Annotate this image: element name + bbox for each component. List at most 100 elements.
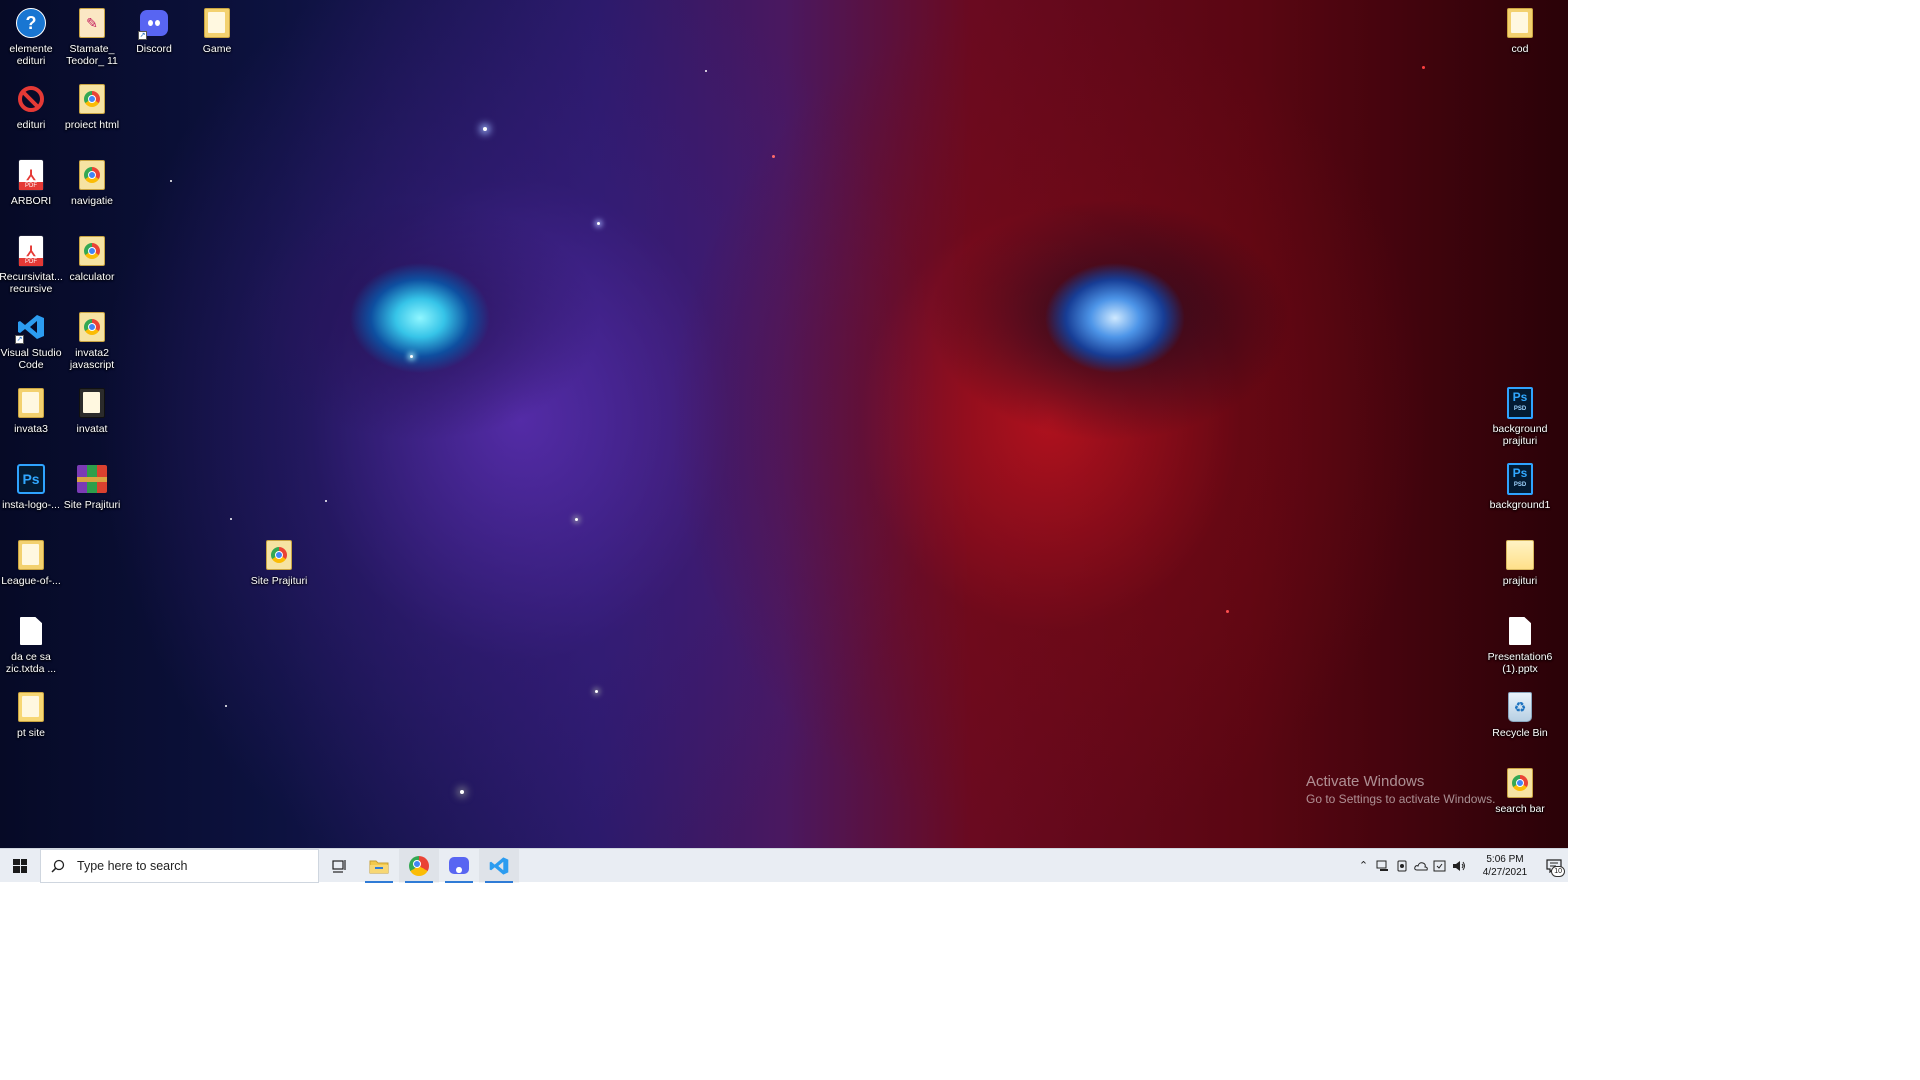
start-button[interactable]: [0, 849, 40, 883]
desktop-icon-invata3[interactable]: invata3: [0, 382, 62, 452]
desktop-icon-cod[interactable]: cod: [1489, 2, 1551, 72]
star-decoration: [705, 70, 707, 72]
desktop-icon-presentation6[interactable]: Presentation6 (1).pptx: [1487, 610, 1553, 680]
desktop-icon-edituri[interactable]: edituri: [0, 78, 62, 148]
chrome-html-icon: [76, 234, 108, 268]
device-icon[interactable]: [1392, 849, 1411, 883]
chevron-up-icon[interactable]: ⌃: [1354, 849, 1373, 883]
desktop-icon-label: background prajituri: [1492, 423, 1548, 447]
folder-icon: [15, 690, 47, 724]
desktop-icon-label: invata2 javascript: [69, 347, 115, 371]
desktop-icon-discord[interactable]: ↗ Discord: [123, 2, 185, 72]
recycle-bin-icon: ♻: [1504, 690, 1536, 724]
document-icon: ✎: [76, 6, 108, 40]
desktop-icon-visual-studio-code[interactable]: ↗ Visual Studio Code: [0, 306, 62, 376]
search-input[interactable]: [75, 857, 299, 874]
blank-file-icon: [15, 614, 47, 648]
desktop-icon-label: navigatie: [70, 195, 114, 207]
desktop-icon-elemente-edituri[interactable]: ? elemente edituri: [0, 2, 62, 72]
file-explorer-icon: [369, 860, 389, 873]
vscode-taskbar-button[interactable]: [479, 848, 519, 883]
desktop-icon-invata2-javascript[interactable]: invata2 javascript: [61, 306, 123, 376]
desktop-icon-label: pt site: [16, 727, 45, 739]
star-decoration: [595, 690, 598, 693]
action-center-button[interactable]: 10: [1540, 849, 1568, 883]
file-explorer-button[interactable]: [359, 849, 399, 883]
notification-count-badge: 10: [1551, 865, 1565, 877]
security-icon[interactable]: [1430, 849, 1449, 883]
pdf-icon: ⅄ PDF: [15, 234, 47, 268]
desktop-icon-background-prajituri[interactable]: Ps PSD background prajituri: [1489, 382, 1551, 452]
desktop-icon-prajituri[interactable]: prajituri: [1489, 534, 1551, 604]
vscode-icon: [489, 856, 509, 875]
desktop-icon-insta-logo[interactable]: Ps insta-logo-...: [0, 458, 62, 528]
desktop-icon-label: calculator: [69, 271, 115, 283]
desktop-icon-label: da ce sa zic.txtda ...: [5, 651, 57, 675]
desktop-icon-arbori[interactable]: ⅄ PDF ARBORI: [0, 154, 62, 224]
task-view-button[interactable]: [319, 849, 359, 883]
taskbar-search-box[interactable]: [40, 848, 319, 883]
desktop-icon-label: invatat: [76, 423, 108, 435]
desktop-icon-recursivitate[interactable]: ⅄ PDF Recursivitat... recursive: [0, 230, 63, 300]
desktop-icon-game[interactable]: Game: [186, 2, 248, 72]
help-icon: ?: [15, 6, 47, 40]
no-entry-icon: [15, 82, 47, 116]
desktop-icon-invatat[interactable]: invatat: [61, 382, 123, 452]
taskbar: ⌃ 5:06 PM 4/27/2021 10: [0, 848, 1568, 883]
desktop-icon-navigatie[interactable]: navigatie: [61, 154, 123, 224]
star-decoration: [230, 518, 232, 520]
desktop-icon-label: Site Prajituri: [63, 499, 121, 511]
desktop-icon-label: background1: [1489, 499, 1551, 511]
star-decoration: [575, 518, 578, 521]
desktop-icon-label: Game: [202, 43, 232, 55]
star-decoration: [772, 155, 775, 158]
volume-icon[interactable]: [1449, 849, 1468, 883]
desktop-icon-stamate-teodor[interactable]: ✎ Stamate_ Teodor_ 11: [61, 2, 123, 72]
desktop-icon-background1[interactable]: Ps PSD background1: [1489, 458, 1551, 528]
star-decoration: [460, 790, 464, 794]
desktop-icon-label: Recycle Bin: [1492, 727, 1548, 739]
folder-icon: [201, 6, 233, 40]
discord-taskbar-button[interactable]: [439, 849, 479, 883]
desktop-icon-calculator[interactable]: calculator: [61, 230, 123, 300]
clock-date: 4/27/2021: [1482, 866, 1528, 878]
discord-icon: ↗: [138, 6, 170, 40]
discord-icon: [449, 857, 469, 874]
star-decoration: [170, 180, 172, 182]
desktop-icon-label: search bar: [1495, 803, 1545, 815]
desktop-icon-proiect-html[interactable]: proiect html: [61, 78, 123, 148]
desktop-icon-search-bar[interactable]: search bar: [1489, 762, 1551, 832]
chrome-html-icon: [76, 158, 108, 192]
star-decoration: [1422, 66, 1425, 69]
desktop-icon-league-of[interactable]: League-of-...: [0, 534, 62, 604]
chrome-html-icon: [263, 538, 295, 572]
desktop-icon-label: Stamate_ Teodor_ 11: [66, 43, 118, 67]
desktop-icon-label: Presentation6 (1).pptx: [1487, 651, 1553, 675]
vscode-icon: ↗: [15, 310, 47, 344]
network-icon[interactable]: [1373, 849, 1392, 883]
onedrive-icon[interactable]: [1411, 849, 1430, 883]
desktop-icon-recycle-bin[interactable]: ♻ Recycle Bin: [1489, 686, 1551, 756]
desktop-icon-pt-site[interactable]: pt site: [0, 686, 62, 756]
clock-time: 5:06 PM: [1486, 853, 1524, 865]
shortcut-arrow-icon: ↗: [138, 31, 147, 40]
desktop-icon-label: Discord: [136, 43, 172, 55]
desktop-icon-label: proiect html: [64, 119, 120, 131]
task-view-icon: [332, 859, 346, 873]
chrome-html-icon: [76, 310, 108, 344]
taskbar-clock[interactable]: 5:06 PM 4/27/2021: [1476, 853, 1534, 879]
desktop-icon-label: ARBORI: [10, 195, 52, 207]
desktop-icon-site-prajituri-archive[interactable]: Site Prajituri: [61, 458, 123, 528]
watermark-subtitle: Go to Settings to activate Windows.: [1306, 792, 1496, 806]
desktop-icon-label: Visual Studio Code: [0, 347, 62, 371]
star-decoration: [483, 127, 487, 131]
search-icon: [51, 859, 65, 873]
desktop-icon-label: invata3: [14, 423, 48, 435]
psd-icon: Ps PSD: [1504, 462, 1536, 496]
chrome-taskbar-button[interactable]: [399, 848, 439, 883]
desktop-icon-site-prajituri-html[interactable]: Site Prajituri: [248, 534, 310, 604]
windows-logo-icon: [13, 858, 27, 873]
desktop-icon-label: edituri: [16, 119, 46, 131]
image-icon: [1504, 538, 1536, 572]
desktop-icon-da-ce-sa-zic[interactable]: da ce sa zic.txtda ...: [0, 610, 62, 680]
